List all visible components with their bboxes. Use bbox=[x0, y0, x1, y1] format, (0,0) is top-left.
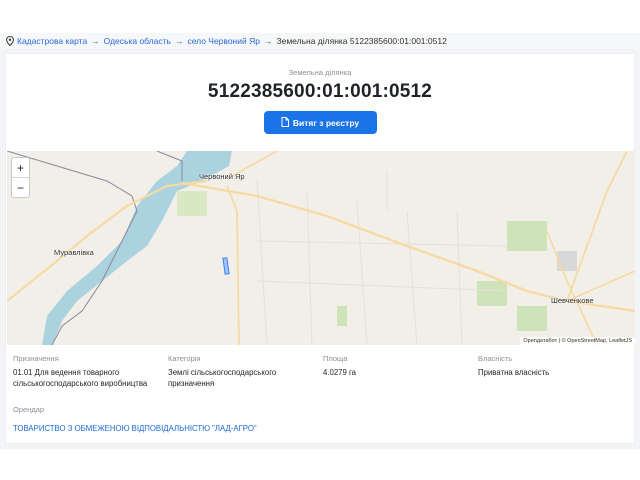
purpose-label: Призначення bbox=[13, 354, 59, 363]
map-label-muravlivka: Муравлівка bbox=[54, 248, 94, 257]
details-row: Призначення 01.01 Для ведення товарного … bbox=[13, 354, 633, 389]
map-pin-icon bbox=[6, 36, 14, 46]
area-value: 4.0279 га bbox=[323, 368, 357, 377]
top-spacer bbox=[0, 0, 640, 33]
parcel-card: Земельна ділянка 5122385600:01:001:0512 … bbox=[5, 53, 635, 444]
page-title: 5122385600:01:001:0512 bbox=[207, 81, 433, 102]
breadcrumb-separator: → bbox=[174, 36, 184, 46]
breadcrumb-separator: → bbox=[91, 36, 100, 46]
breadcrumb: Кадастрова карта → Одеська область → сел… bbox=[0, 33, 640, 49]
tenant-link[interactable]: ТОВАРИСТВО З ОБМЕЖЕНОЮ ВІДПОВІДАЛЬНІСТЮ … bbox=[13, 424, 257, 433]
breadcrumb-link-region[interactable]: Одеська область bbox=[104, 36, 171, 46]
breadcrumb-link-cadastral-map[interactable]: Кадастрова карта bbox=[17, 36, 87, 46]
area-label: Площа bbox=[323, 354, 348, 363]
ownership-label: Власність bbox=[478, 354, 513, 363]
registry-extract-label: Витяг з реєстру bbox=[292, 117, 360, 128]
purpose-value: 01.01 Для ведення товарного сільськогосп… bbox=[13, 368, 148, 388]
area-field: Площа 4.0279 га bbox=[323, 354, 478, 389]
tenant-field: Орендар ТОВАРИСТВО З ОБМЕЖЕНОЮ ВІДПОВІДА… bbox=[13, 405, 633, 436]
breadcrumb-current: Земельна ділянка 5122385600:01:001:0512 bbox=[276, 36, 447, 46]
category-value: Землі сільськогосподарського призначення bbox=[168, 368, 277, 388]
map-label-shevchenkove: Шевченкове bbox=[551, 296, 594, 305]
parcel-details: Призначення 01.01 Для ведення товарного … bbox=[13, 354, 633, 436]
map-zoom-control: + − bbox=[11, 157, 30, 198]
document-icon bbox=[281, 116, 289, 129]
breadcrumb-link-village[interactable]: село Червоний Яр bbox=[187, 36, 260, 46]
purpose-field: Призначення 01.01 Для ведення товарного … bbox=[13, 354, 168, 389]
parcel-map[interactable]: + − Червоний Яр Муравлівка Шевченкове Op… bbox=[7, 151, 635, 345]
map-label-chervonyi-yar: Червоний Яр bbox=[199, 172, 245, 181]
zoom-in-button[interactable]: + bbox=[12, 158, 29, 178]
registry-extract-button[interactable]: Витяг з реєстру bbox=[263, 111, 377, 134]
zoom-out-button[interactable]: − bbox=[12, 178, 29, 198]
breadcrumb-separator: → bbox=[263, 36, 273, 46]
parcel-subtitle: Земельна ділянка bbox=[288, 68, 352, 77]
map-attribution: Openдатабот | © OpenStreetMap, LeafletJS bbox=[520, 337, 635, 345]
category-label: Категорія bbox=[168, 354, 201, 363]
map-tiles bbox=[7, 151, 635, 345]
tenant-label: Орендар bbox=[13, 405, 45, 414]
page-content: Земельна ділянка 5122385600:01:001:0512 … bbox=[0, 49, 640, 449]
parcel-header: Земельна ділянка 5122385600:01:001:0512 … bbox=[6, 54, 634, 150]
ownership-field: Власність Приватна власність bbox=[478, 354, 633, 389]
ownership-value: Приватна власність bbox=[478, 368, 550, 377]
category-field: Категорія Землі сільськогосподарського п… bbox=[168, 354, 323, 389]
